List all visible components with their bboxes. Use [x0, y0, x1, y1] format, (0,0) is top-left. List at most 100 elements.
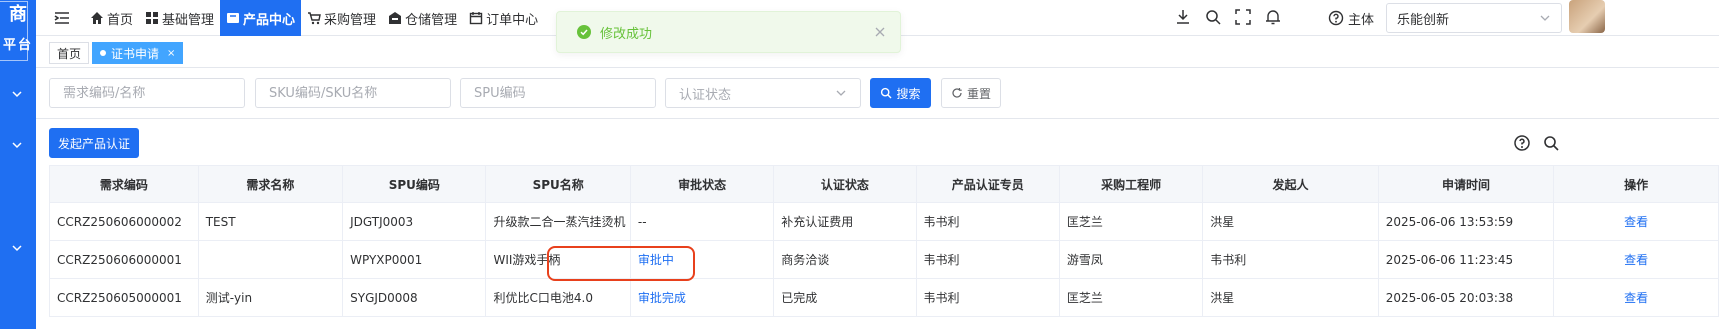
chevron-down-icon[interactable] [9, 137, 25, 153]
cert-status-select[interactable]: 认证状态 [665, 78, 861, 108]
reset-button[interactable]: 重置 [941, 78, 1001, 108]
nav-item-product[interactable]: 产品中心 [220, 0, 302, 36]
column-header: 审批状态 [629, 165, 775, 203]
left-sidebar: 商 平台 [0, 0, 36, 329]
filter-panel: 认证状态 搜索 重置 [36, 68, 1719, 119]
table-row: CCRZ250605000001 测试-yin SYGJD0008 利优比C口电… [49, 278, 1719, 317]
close-icon[interactable]: × [167, 48, 175, 59]
nav-item-home[interactable]: 首页 [84, 0, 139, 36]
tab-home[interactable]: 首页 [49, 42, 90, 64]
cell-engineer: 游雪凤 [1058, 240, 1204, 279]
search-button[interactable]: 搜索 [870, 78, 931, 108]
launch-certification-button[interactable]: 发起产品认证 [49, 128, 139, 158]
main-nav: 首页 基础管理 产品中心 采购管理 仓储管理 订单中心 [84, 0, 544, 36]
nav-item-orders[interactable]: 订单中心 [463, 0, 544, 36]
nav-item-label: 订单中心 [486, 12, 539, 28]
cell-specialist: 韦书利 [915, 202, 1060, 241]
cell-engineer: 匡芝兰 [1058, 278, 1204, 317]
view-link[interactable]: 查看 [1624, 253, 1648, 267]
tenant-select[interactable]: 乐能创新 [1386, 3, 1562, 33]
nav-item-label: 基础管理 [162, 12, 215, 28]
demand-search-input[interactable] [49, 78, 245, 108]
search-button-label: 搜索 [896, 86, 921, 101]
cell-spu-code: JDGTJ0003 [342, 202, 487, 241]
cell-spu-name: WII游戏手柄 [485, 240, 631, 279]
column-header: 采购工程师 [1058, 165, 1204, 203]
table-row: CCRZ250606000002 TEST JDGTJ0003 升级款二合一蒸汽… [49, 202, 1719, 241]
search-icon [881, 87, 892, 99]
bell-icon[interactable] [1264, 8, 1282, 26]
approval-status-link[interactable]: 审批中 [638, 253, 674, 267]
nav-item-purchase[interactable]: 采购管理 [301, 0, 382, 36]
home-icon [91, 12, 103, 24]
fullscreen-icon[interactable] [1234, 8, 1252, 26]
cell-code: CCRZ250606000001 [49, 240, 199, 279]
cell-name: TEST [197, 202, 344, 241]
help-circle-icon[interactable] [1513, 134, 1531, 152]
avatar[interactable] [1569, 0, 1605, 33]
cell-action: 查看 [1553, 240, 1719, 279]
column-header: 产品认证专员 [915, 165, 1060, 203]
table-header-row: 需求编码 需求名称 SPU编码 SPU名称 审批状态 认证状态 产品认证专员 采… [49, 165, 1719, 203]
tab-label: 首页 [57, 46, 82, 61]
table-row: CCRZ250606000001 WPYXP0001 WII游戏手柄 审批中 商… [49, 240, 1719, 279]
cell-approval-status: 审批中 [629, 240, 775, 279]
grid-icon [146, 12, 159, 24]
warehouse-icon [389, 12, 402, 24]
column-header: 需求名称 [197, 165, 344, 203]
refresh-icon [952, 88, 962, 98]
sku-search-input[interactable] [255, 78, 451, 108]
nav-item-label: 首页 [107, 12, 134, 28]
cell-approval-status: -- [629, 202, 775, 241]
column-header: 发起人 [1202, 165, 1379, 203]
search-icon[interactable] [1204, 8, 1222, 26]
chevron-down-icon[interactable] [9, 240, 25, 256]
cell-specialist: 韦书利 [915, 278, 1060, 317]
cell-spu-name: 利优比C口电池4.0 [485, 278, 631, 317]
tab-label: 证书申请 [111, 46, 160, 61]
nav-item-label: 仓储管理 [405, 12, 458, 28]
brand-line-2: 平台 [2, 38, 33, 53]
launch-button-label: 发起产品认证 [57, 136, 130, 151]
brand-line-1: 商 [9, 4, 27, 25]
cell-cert-status: 补充认证费用 [773, 202, 917, 241]
cell-time: 2025-06-06 13:53:59 [1377, 202, 1555, 241]
cell-initiator: 洪星 [1202, 278, 1379, 317]
close-icon[interactable] [874, 26, 886, 38]
toast-message: 修改成功 [600, 26, 653, 42]
cert-status-placeholder: 认证状态 [679, 87, 732, 103]
calendar-icon [469, 12, 483, 25]
cell-engineer: 匡芝兰 [1058, 202, 1204, 241]
help-circle-icon [1328, 10, 1344, 26]
search-icon[interactable] [1542, 134, 1560, 152]
view-link[interactable]: 查看 [1624, 215, 1648, 229]
nav-item-basic[interactable]: 基础管理 [139, 0, 220, 36]
column-header: SPU编码 [342, 165, 487, 203]
chevron-down-icon[interactable] [9, 86, 25, 102]
subject-label: 主体 [1348, 12, 1375, 28]
cell-code: CCRZ250606000002 [49, 202, 199, 241]
cell-cert-status: 商务洽谈 [773, 240, 917, 279]
cell-initiator: 韦书利 [1202, 240, 1379, 279]
view-link[interactable]: 查看 [1624, 291, 1648, 305]
product-icon [227, 13, 240, 23]
tab-certificate[interactable]: 证书申请 × [92, 42, 184, 64]
nav-item-warehouse[interactable]: 仓储管理 [382, 0, 463, 36]
cell-spu-code: SYGJD0008 [342, 278, 487, 317]
cell-initiator: 洪星 [1202, 202, 1379, 241]
column-header: 申请时间 [1377, 165, 1555, 203]
download-icon[interactable] [1174, 8, 1192, 26]
menu-fold-icon[interactable] [53, 9, 71, 27]
certificate-table: 需求编码 需求名称 SPU编码 SPU名称 审批状态 认证状态 产品认证专员 采… [49, 165, 1719, 317]
check-circle-icon [577, 25, 591, 39]
subject-selector[interactable]: 主体 [1328, 0, 1374, 36]
nav-item-label: 采购管理 [324, 12, 377, 28]
cell-name: 测试-yin [197, 278, 344, 317]
success-toast: 修改成功 [556, 11, 901, 53]
spu-search-input[interactable] [460, 78, 656, 108]
cell-approval-status: 审批完成 [629, 278, 775, 317]
approval-status-link[interactable]: 审批完成 [638, 291, 686, 305]
cell-cert-status: 已完成 [773, 278, 917, 317]
cell-spu-code: WPYXP0001 [342, 240, 487, 279]
cell-specialist: 韦书利 [915, 240, 1060, 279]
